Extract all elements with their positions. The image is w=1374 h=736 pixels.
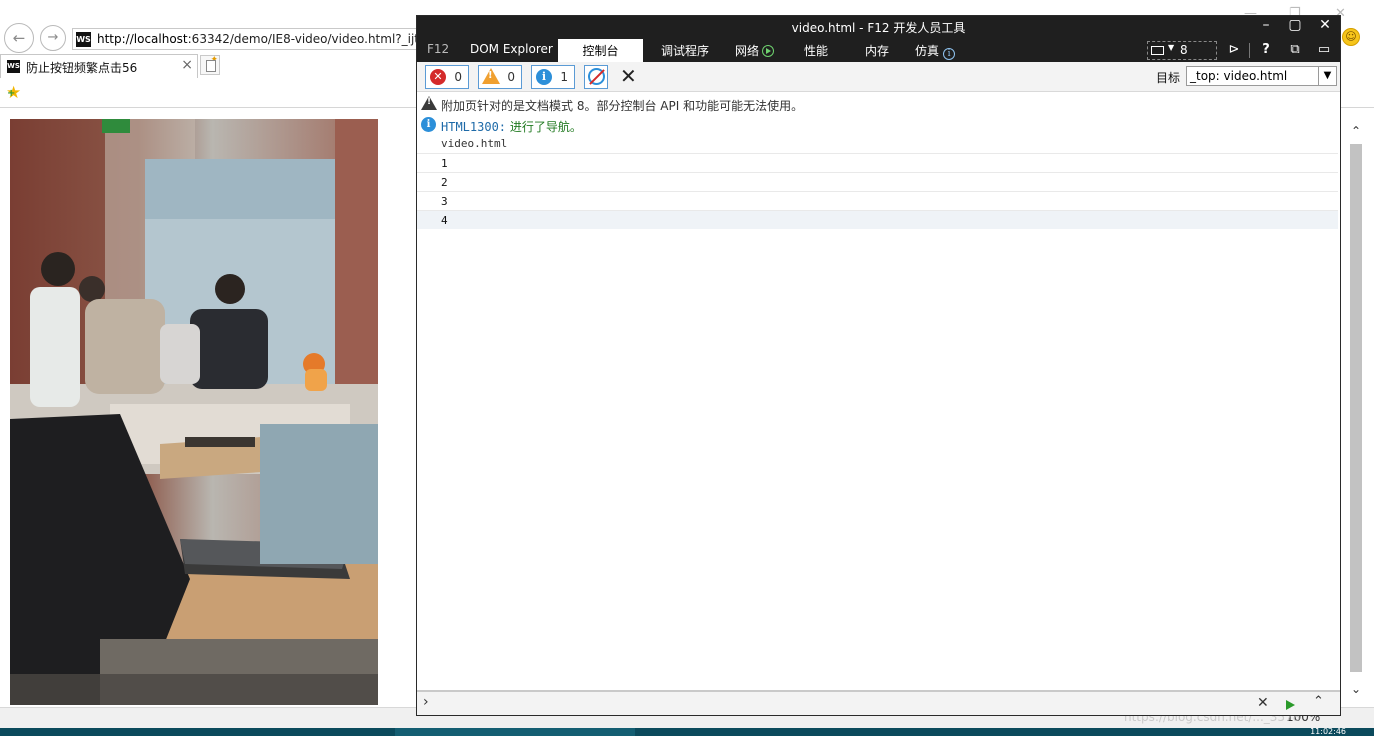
log-line: 4 — [417, 210, 1338, 229]
clear-console-icon[interactable]: ✕ — [620, 64, 637, 88]
tab-emulation[interactable]: 仿真 i — [915, 42, 956, 62]
tab-dom-explorer[interactable]: DOM Explorer — [470, 42, 553, 62]
console-toggle-icon[interactable]: ⊳ — [1225, 42, 1243, 59]
log-line: 2 — [417, 172, 1338, 191]
log-line: 1 — [417, 153, 1338, 172]
run-script-icon[interactable] — [1286, 700, 1295, 710]
tab-performance[interactable]: 性能 — [804, 42, 828, 62]
address-bar[interactable]: WS http://localhost:63342/demo/IE8-video… — [72, 28, 429, 50]
page-content — [0, 109, 416, 707]
console-input-bar[interactable]: › ✕ ⌃ — [417, 690, 1340, 715]
emulation-info-icon: i — [943, 48, 956, 60]
info-code: HTML1300: — [441, 120, 507, 134]
clear-input-icon[interactable]: ✕ — [1257, 695, 1269, 711]
address-url[interactable]: http://localhost:63342/demo/IE8-video/vi… — [97, 32, 429, 46]
tab-emulation-label: 仿真 — [915, 44, 940, 58]
devtools-maximize-icon[interactable]: ▢ — [1283, 17, 1307, 33]
devtools-tabbar: F12 DOM Explorer 控制台 调试程序 网络 性能 内存 仿真 i ▼… — [417, 39, 1340, 62]
devtools-minimize-icon[interactable]: – — [1254, 17, 1278, 33]
console-output[interactable]: ! 附加页针对的是文档模式 8。部分控制台 API 和功能可能无法使用。 i H… — [417, 93, 1340, 690]
browser-tab[interactable]: WS 防止按钮频繁点击56 × — [0, 54, 198, 78]
info-count: 1 — [560, 70, 568, 84]
tab-favicon-icon: WS — [7, 60, 20, 73]
tab-memory[interactable]: 内存 — [865, 42, 889, 62]
document-mode-value: 8 — [1180, 43, 1188, 57]
feedback-smiley-icon[interactable]: ☺ — [1342, 28, 1360, 46]
forward-button[interactable]: → — [40, 25, 66, 51]
target-select-value: _top: video.html — [1190, 69, 1288, 83]
toolbar-separator — [1249, 43, 1250, 58]
new-tab-button[interactable]: ✦ — [200, 55, 220, 75]
network-record-icon — [762, 45, 775, 57]
clear-on-navigate-button[interactable] — [584, 65, 608, 89]
devtools-titlebar[interactable]: video.html - F12 开发人员工具 – ▢ ✕ — [417, 16, 1340, 39]
error-icon: ✕ — [430, 69, 446, 85]
expand-input-icon[interactable]: ⌃ — [1313, 694, 1324, 709]
console-warning-message: ! 附加页针对的是文档模式 8。部分控制台 API 和功能可能无法使用。 — [417, 94, 1338, 113]
address-path: :63342/demo/IE8-video/video.html?_ijt= — [187, 32, 430, 46]
tab-title: 防止按钮频繁点击56 — [26, 61, 138, 75]
console-toolbar: ✕ 0 ! 0 i 1 ✕ 目标 _top: video.html ▼ — [417, 62, 1340, 92]
clear-on-navigate-icon — [588, 68, 605, 85]
console-prompt-icon: › — [423, 694, 429, 710]
target-label: 目标 — [1156, 71, 1181, 85]
warnings-count: 0 — [507, 70, 515, 84]
video-frame-image — [10, 119, 378, 705]
tab-close-icon[interactable]: × — [181, 57, 193, 73]
tab-console[interactable]: 控制台 — [558, 39, 643, 62]
tab-network[interactable]: 网络 — [735, 42, 775, 62]
console-info-message: i HTML1300: 进行了导航。 — [417, 115, 1338, 134]
undock-icon[interactable]: ⧉ — [1286, 42, 1304, 59]
new-tab-spark-icon: ✦ — [210, 55, 218, 65]
info-icon: i — [536, 69, 552, 85]
add-favorites-icon[interactable]: ★ + — [6, 83, 21, 103]
tab-debugger[interactable]: 调试程序 — [661, 42, 709, 62]
devtools-window: video.html - F12 开发人员工具 – ▢ ✕ F12 DOM Ex… — [416, 15, 1341, 716]
video-player[interactable] — [10, 119, 378, 705]
target-select[interactable]: _top: video.html ▼ — [1186, 66, 1337, 86]
address-host: http://localhost — [97, 32, 188, 46]
info-icon: i — [421, 117, 436, 132]
taskbar: 11:02:46 — [0, 727, 1374, 736]
chevron-down-icon: ▼ — [1168, 43, 1175, 52]
taskbar-clock: 11:02:46 — [1310, 727, 1346, 736]
console-source-link[interactable]: video.html — [417, 134, 1338, 153]
devtools-close-icon[interactable]: ✕ — [1313, 17, 1337, 33]
chevron-down-icon: ▼ — [1318, 67, 1336, 85]
info-filter-button[interactable]: i 1 — [531, 65, 575, 89]
monitor-icon — [1151, 46, 1164, 55]
source-link[interactable]: video.html — [441, 137, 507, 150]
page-scrollbar[interactable]: ⌃ ⌄ — [1348, 124, 1364, 696]
errors-filter-button[interactable]: ✕ 0 — [425, 65, 469, 89]
log-line: 3 — [417, 191, 1338, 210]
tab-f12[interactable]: F12 — [427, 42, 449, 62]
info-text: 进行了导航。 — [509, 120, 582, 134]
help-icon[interactable]: ? — [1257, 42, 1275, 59]
scroll-down-icon[interactable]: ⌄ — [1351, 682, 1361, 696]
warning-text: 附加页针对的是文档模式 8。部分控制台 API 和功能可能无法使用。 — [441, 99, 804, 113]
webstorm-icon: WS — [76, 32, 91, 47]
scrollbar-thumb[interactable] — [1350, 144, 1362, 672]
back-arrow-icon: ← — [12, 29, 26, 47]
scroll-up-icon[interactable]: ⌃ — [1351, 124, 1361, 138]
dock-bottom-icon[interactable]: ▭ — [1315, 42, 1333, 59]
taskbar-app[interactable] — [395, 728, 635, 736]
warnings-filter-button[interactable]: ! 0 — [478, 65, 522, 89]
tab-network-label: 网络 — [735, 44, 760, 58]
forward-arrow-icon: → — [47, 30, 59, 45]
document-mode-selector[interactable]: ▼ 8 — [1147, 41, 1217, 60]
back-button[interactable]: ← — [4, 23, 34, 53]
devtools-title: video.html - F12 开发人员工具 — [791, 21, 966, 35]
errors-count: 0 — [454, 70, 462, 84]
